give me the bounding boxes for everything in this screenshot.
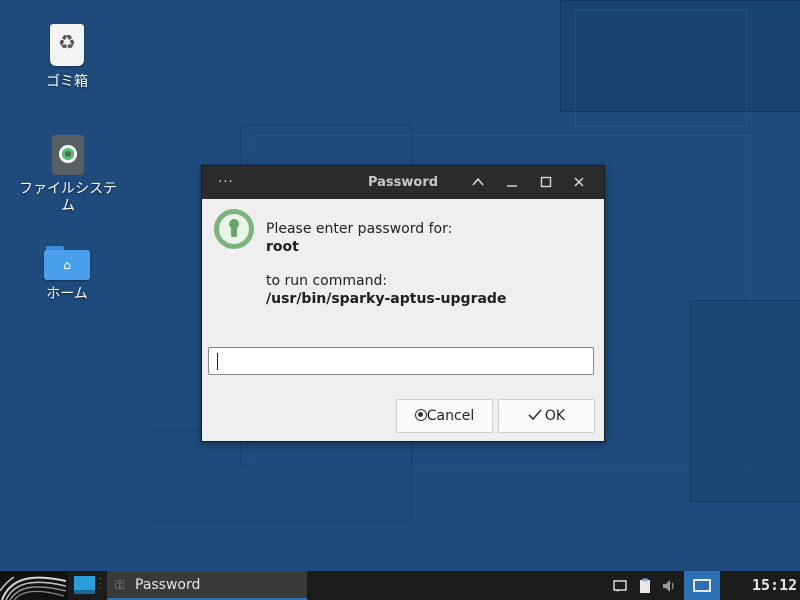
cancel-button[interactable]: Cancel (396, 399, 493, 433)
volume-icon[interactable] (661, 577, 679, 595)
desktop-icon-filesystem[interactable]: ファイルシステム (12, 135, 124, 215)
shade-button[interactable] (464, 166, 492, 199)
wallpaper-shape (690, 300, 800, 502)
dialog-titlebar[interactable]: ··· Password (202, 166, 604, 199)
maximize-button[interactable] (532, 166, 560, 199)
keyhole-icon: ⚿ (115, 578, 125, 592)
desktop-icon-label: ファイルシステム (19, 181, 117, 214)
keyhole-icon (214, 209, 254, 249)
ok-button[interactable]: OK (498, 399, 595, 433)
desktop-icon-home[interactable]: ⌂ ホーム (12, 246, 122, 303)
show-desktop-button[interactable] (74, 576, 95, 594)
close-button[interactable] (565, 166, 593, 199)
taskbar-task-password[interactable]: ⚿ Password (107, 571, 307, 600)
task-label: Password (135, 577, 201, 593)
sparky-logo-icon (0, 576, 67, 600)
password-dialog: ··· Password Please enter password for: … (201, 165, 605, 442)
text-caret (217, 353, 218, 370)
password-input[interactable] (208, 347, 594, 375)
workspace-switcher[interactable] (684, 571, 720, 600)
notification-icon[interactable] (611, 577, 629, 595)
clock[interactable]: 15:12 (752, 571, 800, 600)
desktop-icon-trash[interactable]: ♻ ゴミ箱 (12, 24, 122, 91)
chevron-up-icon (472, 177, 484, 186)
filesystem-icon (52, 135, 84, 175)
application-menu-button[interactable] (0, 571, 68, 600)
trash-icon: ♻ (48, 24, 86, 68)
desktop-icon-label: ホーム (46, 286, 88, 302)
wallpaper-shape (575, 10, 747, 127)
checkmark-icon (528, 409, 542, 421)
close-icon (574, 177, 584, 187)
minimize-button[interactable] (498, 166, 526, 199)
taskbar: · · · ⚿ Password 15:12 (0, 571, 800, 600)
wallpaper-shape (150, 430, 412, 522)
maximize-icon (540, 176, 552, 188)
command-prompt-text: to run command: (266, 273, 388, 289)
command-path: /usr/bin/sparky-aptus-upgrade (266, 291, 507, 307)
desktop-icon-label: ゴミ箱 (46, 74, 88, 90)
clipboard-icon[interactable] (636, 577, 654, 595)
cancel-label: Cancel (426, 408, 475, 424)
minimize-icon (507, 185, 517, 187)
cancel-icon (414, 409, 427, 421)
user-name: root (266, 239, 299, 255)
prompt-text: Please enter password for: (266, 221, 453, 237)
separator-handle: · · · (99, 574, 103, 595)
home-folder-icon: ⌂ (44, 246, 90, 280)
monitor-icon (693, 579, 711, 592)
ok-label: OK (544, 408, 566, 424)
